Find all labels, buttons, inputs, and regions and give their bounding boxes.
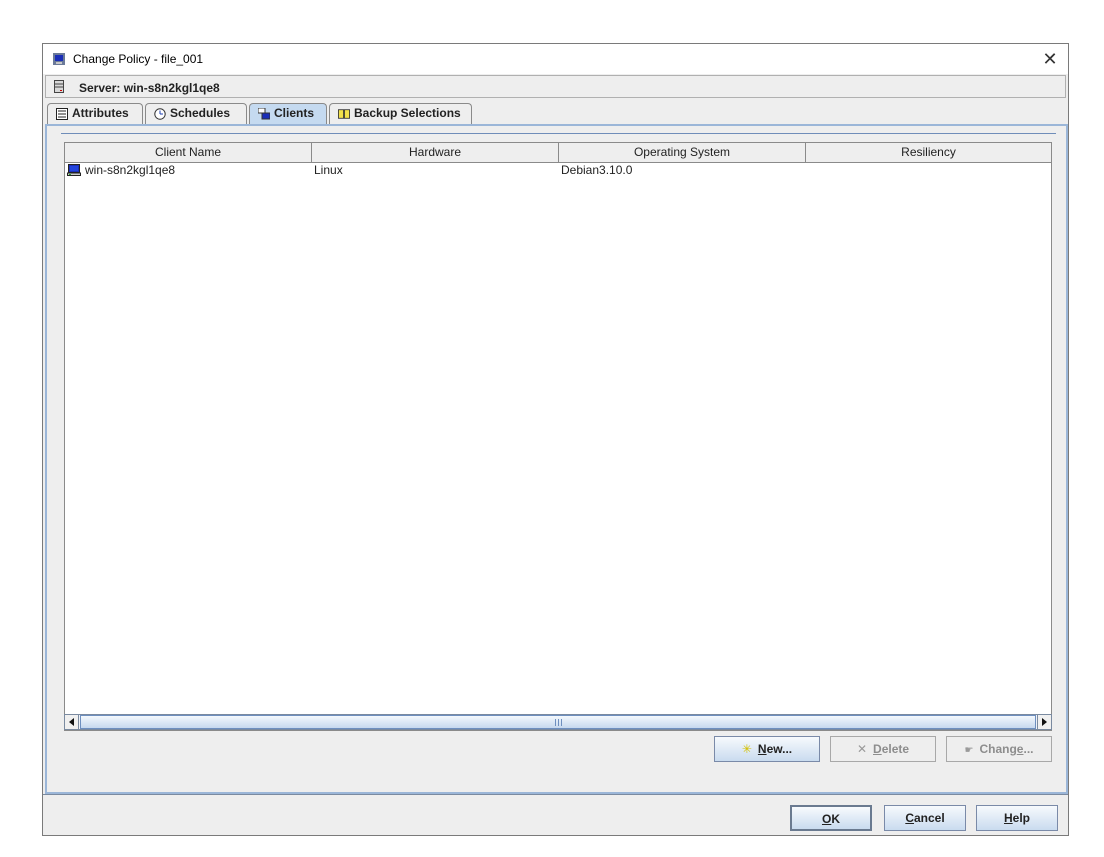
footer-separator (43, 794, 1068, 795)
button-label-prefix: Chang (979, 742, 1017, 756)
window-title: Change Policy - file_001 (73, 52, 204, 66)
server-bar: Server: win-s8n2kgl1qe8 (45, 75, 1066, 98)
scrollbar-thumb[interactable] (80, 715, 1036, 729)
column-header-client-name[interactable]: Client Name (65, 143, 312, 162)
grip-icon (555, 719, 562, 726)
table-row[interactable]: win-s8n2kgl1qe8 Linux Debian3.10.0 (65, 162, 1051, 179)
button-label-suffix: elete (881, 742, 910, 756)
new-star-icon: ✳ (741, 742, 752, 756)
server-label: Server: win-s8n2kgl1qe8 (79, 81, 220, 95)
computer-icon (67, 164, 81, 176)
cell-hardware: Linux (314, 163, 343, 177)
tab-label: Attributes (72, 106, 129, 120)
clients-panel: Client Name Hardware Operating System Re… (45, 124, 1068, 794)
backup-selections-icon (338, 109, 350, 119)
tab-schedules[interactable]: Schedules (145, 103, 247, 124)
attributes-icon (56, 108, 68, 120)
change-button[interactable]: ☛ Change... (946, 736, 1052, 762)
tab-label: Clients (274, 106, 315, 120)
ok-button[interactable]: OK (790, 805, 872, 831)
scroll-left-button[interactable] (65, 715, 79, 729)
column-header-hardware[interactable]: Hardware (312, 143, 559, 162)
help-button[interactable]: Help (976, 805, 1058, 831)
tab-clients[interactable]: Clients (249, 103, 327, 125)
arrow-right-icon (1042, 718, 1047, 726)
close-icon[interactable]: ✕ (1038, 47, 1062, 71)
button-label-suffix: K (831, 812, 840, 826)
horizontal-scrollbar[interactable] (64, 714, 1052, 730)
column-header-operating-system[interactable]: Operating System (559, 143, 806, 162)
change-policy-dialog: Change Policy - file_001 ✕ Server: win-s… (42, 43, 1069, 836)
tab-label: Schedules (170, 106, 231, 120)
clients-icon (258, 108, 270, 120)
button-mnemonic: O (821, 812, 832, 826)
cell-operating-system: Debian3.10.0 (561, 163, 633, 177)
schedules-icon (154, 108, 166, 120)
button-mnemonic: D (873, 742, 882, 756)
tab-backup-selections[interactable]: Backup Selections (329, 103, 472, 124)
column-header-resiliency[interactable]: Resiliency (806, 143, 1051, 162)
scroll-right-button[interactable] (1037, 715, 1051, 729)
tab-attributes[interactable]: Attributes (47, 103, 143, 124)
button-label-suffix: elp (1012, 811, 1030, 825)
title-bar: Change Policy - file_001 ✕ (43, 44, 1068, 74)
cell-client-name: win-s8n2kgl1qe8 (85, 163, 176, 177)
new-button[interactable]: ✳ New... (714, 736, 820, 762)
arrow-left-icon (69, 718, 74, 726)
app-icon (53, 53, 65, 65)
cancel-button[interactable]: Cancel (884, 805, 966, 831)
clients-table[interactable]: Client Name Hardware Operating System Re… (64, 142, 1052, 731)
button-label-suffix: ancel (913, 811, 945, 825)
panel-separator (61, 133, 1056, 134)
change-hand-icon: ☛ (964, 745, 974, 756)
tab-label: Backup Selections (354, 106, 461, 120)
button-label-suffix: ... (1023, 742, 1034, 756)
button-mnemonic: H (1003, 811, 1013, 825)
delete-button[interactable]: ✕ Delete (830, 736, 936, 762)
server-icon (54, 80, 64, 93)
table-header: Client Name Hardware Operating System Re… (65, 143, 1051, 163)
button-label-suffix: ew... (766, 742, 793, 756)
button-mnemonic: N (757, 742, 767, 756)
button-mnemonic: C (905, 811, 914, 825)
delete-x-icon: ✕ (856, 742, 868, 756)
